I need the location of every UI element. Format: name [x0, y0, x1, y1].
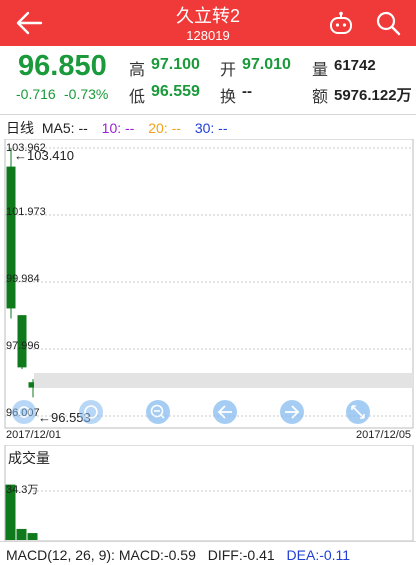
price-change-percent: -0.73% [64, 86, 109, 102]
volume-bar[interactable] [16, 528, 27, 540]
y-tick-label: 97.996 [6, 340, 40, 352]
x-end-date: 2017/12/05 [356, 429, 412, 441]
ma30-value: 30: -- [194, 120, 228, 136]
quote-panel: 96.850 -0.716 -0.73% 高 97.100 开 97.010 量… [0, 46, 416, 114]
volume-frame [4, 445, 414, 541]
macd-value: MACD:-0.59 [118, 547, 196, 563]
app-header: 久立转2 128019 [0, 0, 416, 46]
ma-legend: 日线 MA5: -- 10: -- 20: -- 30: -- [6, 118, 416, 136]
amount-label: 额 [312, 89, 329, 106]
reset-icon[interactable] [79, 400, 103, 424]
low-label: 低 [129, 89, 146, 106]
last-price: 96.850 [18, 50, 107, 82]
macd-params: MACD(12, 26, 9): [6, 547, 115, 563]
quote-divider [0, 114, 416, 115]
ma20-value: 20: -- [148, 120, 181, 136]
period-label[interactable]: 日线 [6, 120, 34, 136]
turnover-value: -- [242, 83, 252, 100]
macd-legend[interactable]: MACD(12, 26, 9): MACD:-0.59 DIFF:-0.41 D… [6, 547, 350, 563]
fullscreen-icon[interactable] [346, 400, 370, 424]
volume-label: 量 [312, 62, 329, 79]
scroll-left-icon[interactable] [213, 400, 237, 424]
macd-divider [0, 541, 416, 542]
ma5-value: MA5: -- [41, 120, 88, 136]
robot-icon[interactable] [328, 11, 354, 35]
low-value: 96.559 [151, 83, 200, 100]
candle[interactable] [6, 166, 16, 309]
high-label: 高 [129, 62, 146, 79]
price-change: -0.716 [16, 86, 56, 102]
turnover-label: 换 [220, 89, 237, 106]
amount-value: 5976.122万 [334, 87, 412, 104]
dea-value: DEA:-0.11 [286, 547, 351, 563]
diff-value: DIFF:-0.41 [207, 547, 275, 563]
max-price-annotation: ←103.410 [14, 148, 74, 163]
volume-bar[interactable] [27, 533, 38, 540]
volume-title: 成交量 [8, 450, 50, 466]
high-value: 97.100 [151, 56, 200, 73]
scroll-track[interactable] [34, 373, 413, 388]
volume-tick-label: 34.3万 [6, 484, 38, 496]
scroll-right-icon[interactable] [280, 400, 304, 424]
volume-chart[interactable]: 34.3万 [0, 445, 416, 541]
swipe-icon[interactable] [12, 400, 36, 424]
ma10-value: 10: -- [101, 120, 135, 136]
kline-chart[interactable]: 103.962101.97399.98497.99696.007 ←103.41… [0, 139, 416, 429]
volume-value: 61742 [334, 57, 376, 74]
zoom-out-icon[interactable] [146, 400, 170, 424]
y-tick-label: 101.973 [6, 206, 46, 218]
x-start-date: 2017/12/01 [6, 429, 62, 441]
search-icon[interactable] [375, 10, 401, 36]
open-value: 97.010 [242, 56, 291, 73]
open-label: 开 [220, 62, 237, 79]
y-tick-label: 99.984 [6, 273, 40, 285]
